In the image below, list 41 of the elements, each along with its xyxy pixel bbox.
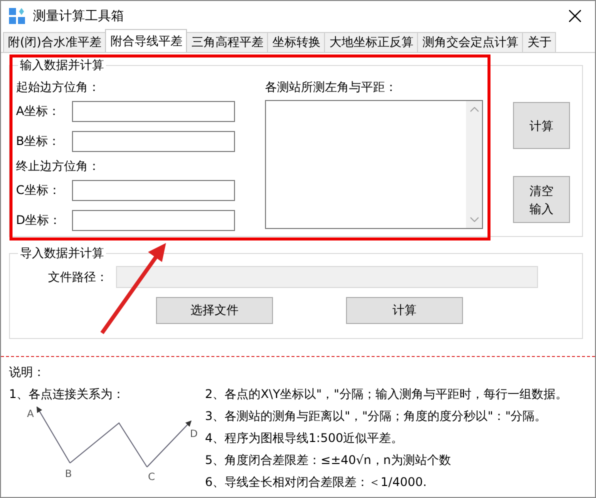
field-label: C坐标： bbox=[16, 182, 62, 199]
note-text: 2、各点的X\Y坐标以"，"分隔；输入测角与平距时，每行一组数据。 bbox=[205, 386, 568, 403]
notes-title: 说明： bbox=[9, 364, 46, 381]
note-text: 4、程序为图根导线1:500近似平差。 bbox=[205, 430, 404, 447]
field-label: A坐标： bbox=[16, 102, 62, 120]
note-text: 3、各测站的测角与距离以"，"分隔；角度的度分秒以"："分隔。 bbox=[205, 408, 548, 425]
scroll-up-icon[interactable] bbox=[470, 107, 478, 112]
input-field[interactable] bbox=[72, 180, 235, 201]
field-label: 文件路径： bbox=[48, 268, 108, 286]
tab[interactable]: 三角高程平差 bbox=[186, 32, 268, 52]
action-button[interactable]: 计算 bbox=[346, 297, 463, 324]
section-label: 起始边方位角： bbox=[16, 79, 101, 96]
note-text: 5、角度闭合差限差：≤±40√n，n为测站个数 bbox=[205, 452, 452, 469]
app-icon bbox=[9, 8, 25, 24]
tab[interactable]: 附合导线平差 bbox=[105, 29, 188, 52]
tab[interactable]: 大地坐标正反算 bbox=[324, 32, 418, 52]
tab[interactable]: 坐标转换 bbox=[267, 32, 326, 52]
close-icon bbox=[569, 10, 581, 22]
section-label: 各测站所测左角与平距： bbox=[265, 79, 398, 96]
tab[interactable]: 测角交会定点计算 bbox=[417, 32, 524, 52]
path-field[interactable] bbox=[116, 266, 538, 288]
tab[interactable]: 附(闭)合水准平差 bbox=[3, 32, 106, 52]
text-area[interactable] bbox=[265, 100, 483, 229]
group-title: 导入数据并计算 bbox=[18, 246, 106, 260]
input-field[interactable] bbox=[72, 100, 235, 122]
group-title: 输入数据并计算 bbox=[18, 58, 106, 72]
action-button[interactable]: 计算 bbox=[513, 102, 570, 149]
field-label: B坐标： bbox=[16, 133, 62, 150]
field-label: D坐标： bbox=[16, 212, 62, 230]
action-button[interactable]: 选择文件 bbox=[156, 297, 273, 324]
input-field[interactable] bbox=[72, 131, 235, 152]
action-button[interactable]: 清空输入 bbox=[513, 176, 570, 223]
input-field[interactable] bbox=[72, 210, 235, 232]
window-title: 测量计算工具箱 bbox=[33, 8, 125, 24]
note-text: 1、各点连接关系为： bbox=[9, 386, 126, 403]
section-label: 终止边方位角： bbox=[16, 158, 101, 175]
tab[interactable]: 关于 bbox=[522, 32, 556, 52]
scroll-down-icon[interactable] bbox=[470, 217, 478, 222]
note-text: 6、导线全长相对闭合差限差：＜1/4000. bbox=[205, 474, 428, 491]
traverse-diagram: A B C D bbox=[9, 405, 199, 485]
scrollbar[interactable] bbox=[466, 101, 482, 228]
